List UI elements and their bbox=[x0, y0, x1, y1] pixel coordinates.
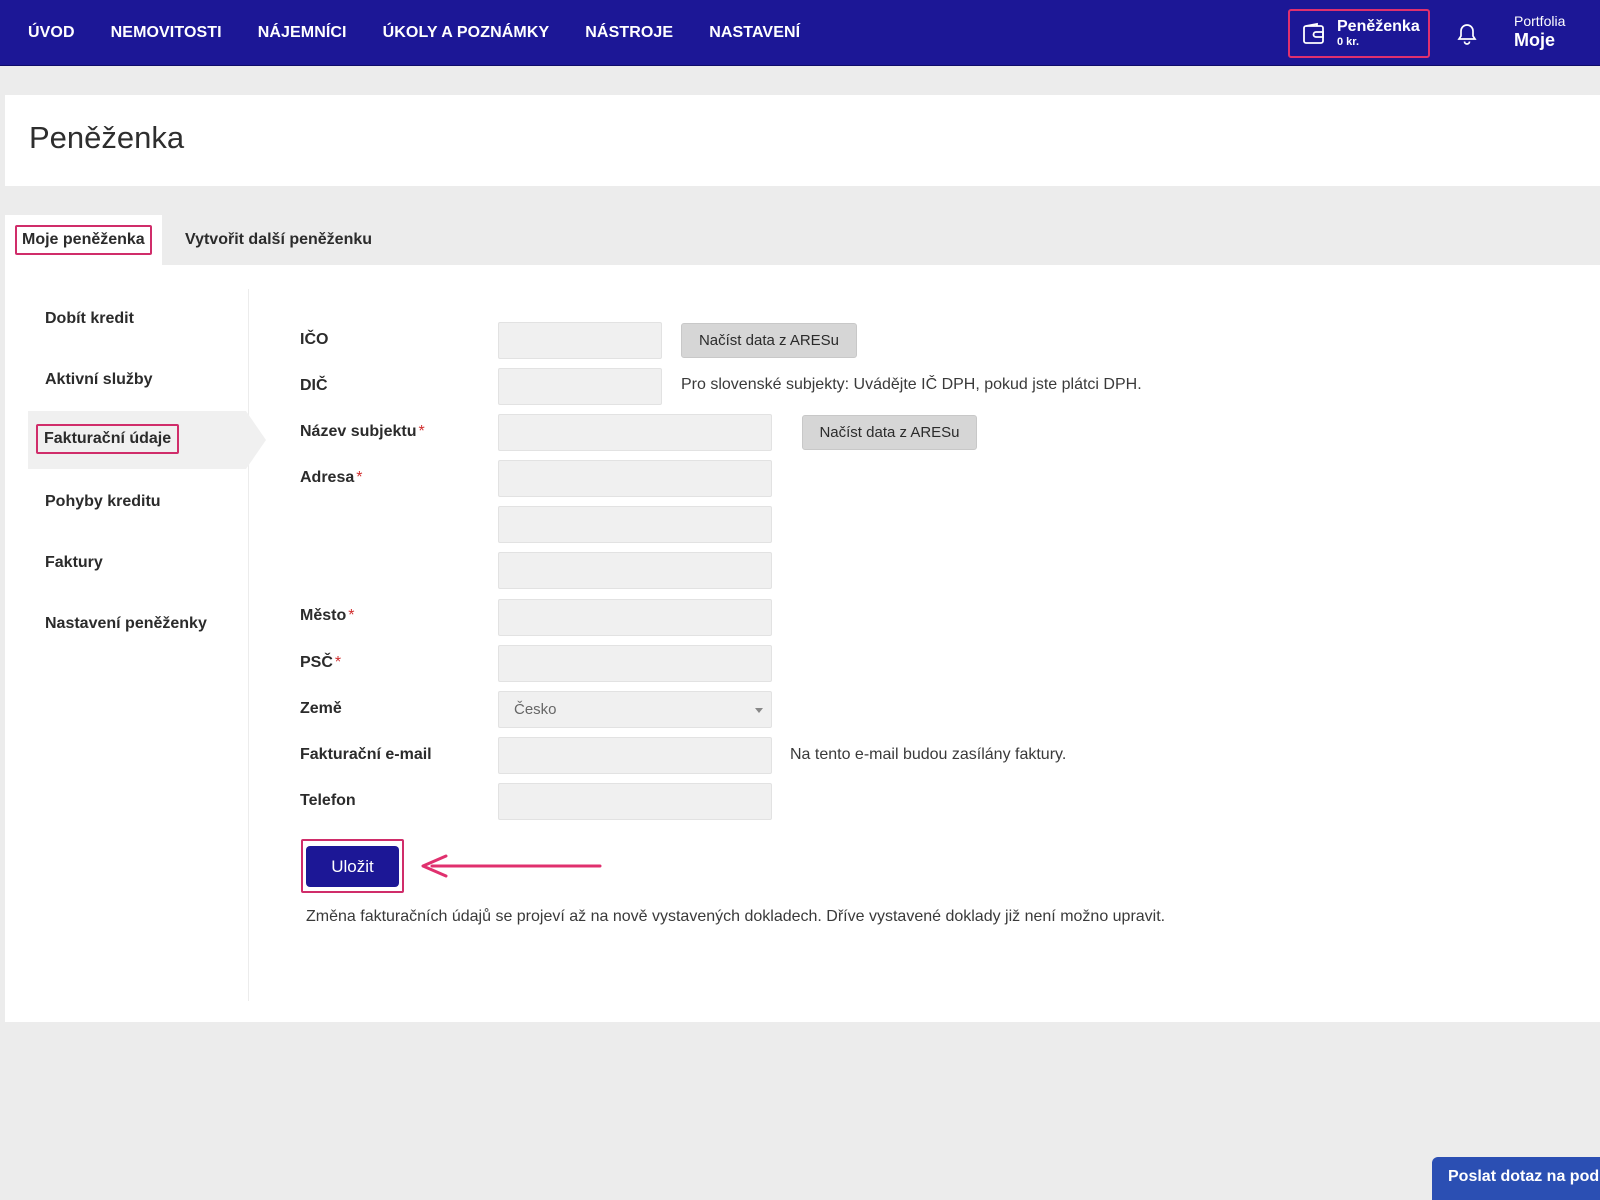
required-mark: * bbox=[418, 423, 425, 440]
city-label-text: Město bbox=[300, 607, 347, 624]
zip-input[interactable] bbox=[498, 645, 772, 682]
nav-item-nemovitosti[interactable]: NEMOVITOSTI bbox=[93, 24, 240, 42]
wallet-button[interactable]: Peněženka 0 kr. bbox=[1288, 9, 1430, 58]
wallet-text: Peněženka 0 kr. bbox=[1337, 18, 1420, 49]
tab-bar: Moje peněženka Vytvořit další peněženku bbox=[5, 215, 1600, 265]
billing-email-hint: Na tento e-mail budou zasílány faktury. bbox=[790, 746, 1067, 763]
top-navbar: ÚVOD NEMOVITOSTI NÁJEMNÍCI ÚKOLY A POZNÁ… bbox=[0, 0, 1600, 66]
ico-input[interactable] bbox=[498, 322, 662, 359]
city-input[interactable] bbox=[498, 599, 772, 636]
address-label: Adresa * bbox=[300, 469, 362, 487]
subject-name-label: Název subjektu * bbox=[300, 423, 425, 441]
sidebar-item-active-services[interactable]: Aktivní služby bbox=[45, 371, 153, 389]
tab-create-wallet[interactable]: Vytvořit další peněženku bbox=[185, 215, 372, 265]
dic-label: DIČ bbox=[300, 377, 328, 394]
load-ares-button[interactable]: Načíst data z ARESu bbox=[681, 323, 857, 358]
city-label: Město * bbox=[300, 607, 354, 625]
phone-label: Telefon bbox=[300, 792, 356, 809]
sidebar-active-pointer bbox=[246, 411, 266, 469]
arrow-left-annotation bbox=[421, 854, 602, 878]
billing-email-input[interactable] bbox=[498, 737, 772, 774]
sidebar-item-top-up[interactable]: Dobít kredit bbox=[45, 310, 134, 328]
required-mark: * bbox=[334, 654, 342, 671]
subject-name-label-text: Název subjektu bbox=[300, 423, 417, 440]
dic-hint: Pro slovenské subjekty: Uvádějte IČ DPH,… bbox=[681, 376, 1142, 393]
save-button[interactable]: Uložit bbox=[306, 846, 399, 887]
title-card: Peněženka bbox=[5, 95, 1600, 186]
nav-item-ukoly[interactable]: ÚKOLY A POZNÁMKY bbox=[365, 24, 568, 42]
nav-item-uvod[interactable]: ÚVOD bbox=[10, 24, 93, 42]
phone-input[interactable] bbox=[498, 783, 772, 820]
address-line-2-input[interactable] bbox=[498, 506, 772, 543]
tab-my-wallet-label: Moje peněženka bbox=[15, 225, 152, 255]
billing-email-label: Fakturační e-mail bbox=[300, 746, 432, 763]
address-line-3-input[interactable] bbox=[498, 552, 772, 589]
required-mark: * bbox=[356, 469, 363, 486]
chevron-down-icon bbox=[755, 708, 763, 713]
country-select[interactable]: Česko bbox=[498, 691, 772, 728]
address-label-text: Adresa bbox=[300, 469, 355, 486]
main-nav: ÚVOD NEMOVITOSTI NÁJEMNÍCI ÚKOLY A POZNÁ… bbox=[10, 0, 818, 66]
sidebar-item-billing-details[interactable]: Fakturační údaje bbox=[36, 424, 180, 454]
country-select-value: Česko bbox=[514, 701, 557, 718]
load-ares-button-2[interactable]: Načíst data z ARESu bbox=[802, 415, 977, 450]
support-button[interactable]: Poslat dotaz na podp bbox=[1432, 1157, 1600, 1200]
wallet-icon bbox=[1303, 22, 1324, 44]
subject-name-input[interactable] bbox=[498, 414, 772, 451]
sidebar-item-credit-movements[interactable]: Pohyby kreditu bbox=[45, 493, 161, 511]
billing-change-note: Změna fakturačních údajů se projeví až n… bbox=[306, 908, 1166, 925]
zip-label-text: PSČ bbox=[300, 654, 333, 671]
nav-item-nastroje[interactable]: NÁSTROJE bbox=[567, 24, 691, 42]
nav-item-nastaveni[interactable]: NASTAVENÍ bbox=[691, 24, 818, 42]
dic-input[interactable] bbox=[498, 368, 662, 405]
portfolio-value: Moje bbox=[1514, 29, 1556, 50]
ico-label: IČO bbox=[300, 331, 329, 348]
sidebar-divider bbox=[248, 289, 249, 1001]
page-title: Peněženka bbox=[29, 120, 185, 155]
portfolio-label: Portfolia bbox=[1514, 13, 1566, 29]
sidebar-item-invoices[interactable]: Faktury bbox=[45, 554, 103, 572]
address-line-1-input[interactable] bbox=[498, 460, 772, 497]
tab-my-wallet[interactable]: Moje peněženka bbox=[5, 215, 162, 265]
nav-item-najemnici[interactable]: NÁJEMNÍCI bbox=[240, 24, 365, 42]
sidebar-item-wallet-settings[interactable]: Nastavení peněženky bbox=[45, 615, 207, 633]
zip-label: PSČ * bbox=[300, 654, 341, 672]
bell-icon[interactable] bbox=[1456, 22, 1478, 46]
wallet-amount: 0 kr. bbox=[1337, 36, 1360, 49]
required-mark: * bbox=[348, 607, 355, 624]
wallet-title: Peněženka bbox=[1337, 17, 1420, 35]
portfolio-switcher[interactable]: Portfolia Moje bbox=[1514, 13, 1565, 51]
country-label: Země bbox=[300, 700, 342, 717]
